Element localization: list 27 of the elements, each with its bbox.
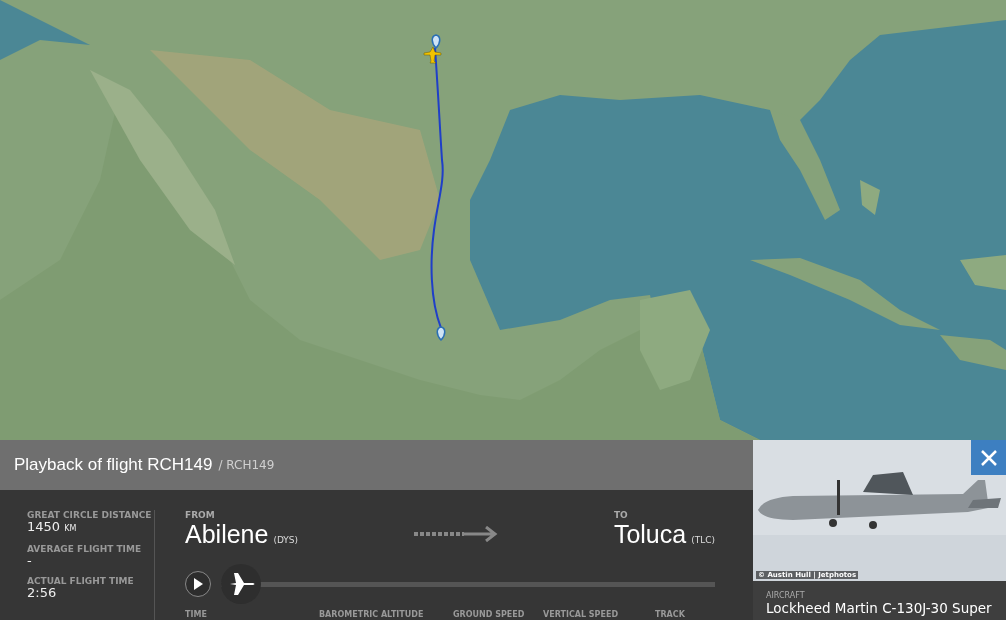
- play-icon: [193, 578, 203, 590]
- aircraft-name: Lockheed Martin C-130J-30 Super: [766, 600, 993, 616]
- origin-city: Abilene: [185, 520, 269, 549]
- column-header: VERTICAL SPEED: [543, 610, 620, 619]
- stat-value: 2:56: [27, 586, 58, 600]
- column-header: GROUND SPEED: [453, 610, 526, 619]
- stat-label: GREAT CIRCLE DISTANCE: [27, 510, 153, 520]
- close-icon: [979, 448, 998, 467]
- slider-thumb[interactable]: [221, 564, 261, 604]
- stat-value: 1450 KM: [27, 520, 78, 536]
- destination-code: (TLC): [691, 535, 715, 545]
- column-header: TIME: [185, 610, 208, 619]
- column-header: TRACK: [655, 610, 686, 619]
- column-header: BAROMETRIC ALTITUDE: [319, 610, 425, 619]
- close-button[interactable]: [971, 440, 1006, 475]
- flight-title: Playback of flight RCH149: [14, 455, 213, 475]
- destination-label: TO: [613, 510, 629, 520]
- flight-callsign: / RCH149: [218, 458, 275, 472]
- arrow-icon: [414, 526, 498, 542]
- aircraft-label: AIRCRAFT: [766, 591, 806, 600]
- origin-code: (DYS): [273, 535, 299, 545]
- destination-city: Toluca: [613, 520, 687, 549]
- play-button[interactable]: [185, 571, 211, 597]
- stat-label: AVERAGE FLIGHT TIME: [27, 544, 143, 554]
- stat-value: -: [27, 554, 33, 568]
- stat-label: ACTUAL FLIGHT TIME: [27, 576, 135, 586]
- origin-label: FROM: [185, 510, 216, 520]
